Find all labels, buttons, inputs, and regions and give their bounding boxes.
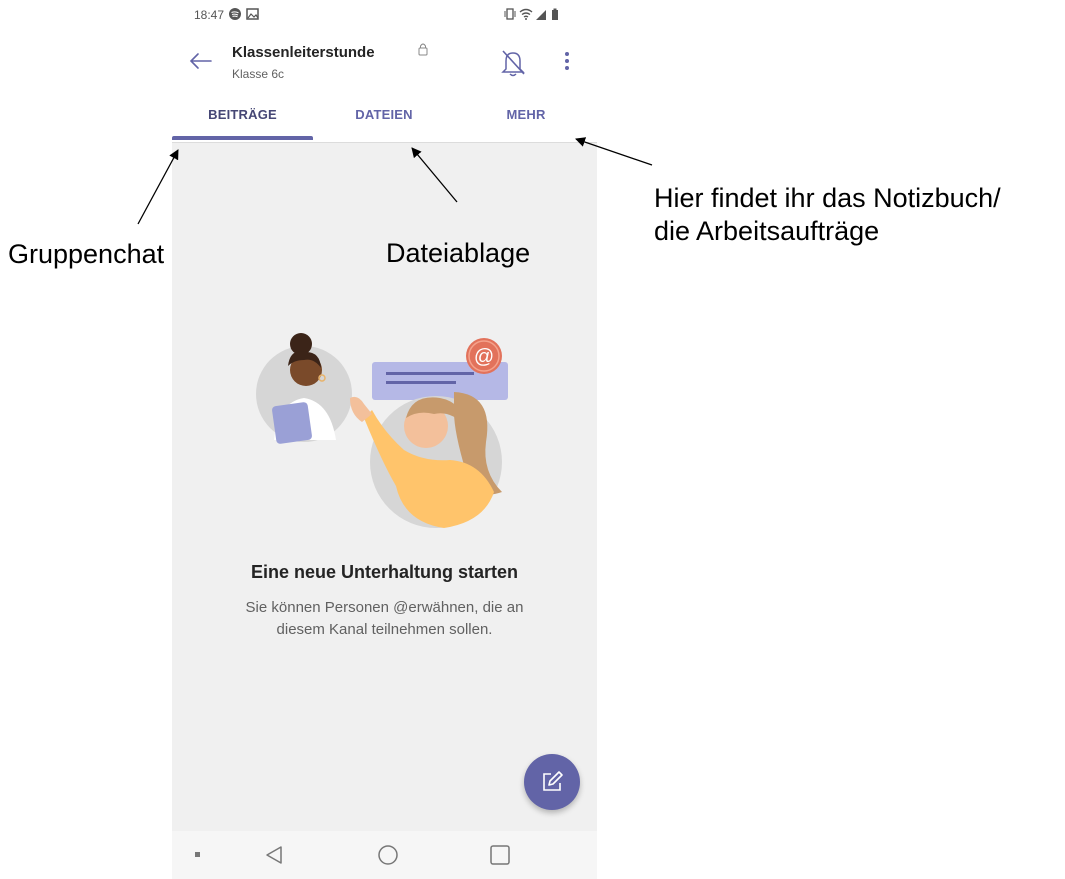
new-conversation-button[interactable]	[524, 754, 580, 810]
annotation-more: Hier findet ihr das Notizbuch/ die Arbei…	[654, 182, 1001, 248]
annotation-more-line2: die Arbeitsaufträge	[654, 216, 880, 246]
team-subtitle: Klasse 6c	[232, 67, 285, 81]
channel-header: Klassenleiterstunde Klasse 6c BEITRÄGE D…	[172, 34, 597, 143]
image-icon	[246, 8, 259, 20]
active-tab-indicator	[172, 136, 313, 140]
status-bar: 18:47	[172, 0, 597, 34]
dot-icon	[195, 852, 200, 857]
home-circle-icon[interactable]	[376, 843, 400, 867]
status-time: 18:47	[194, 8, 225, 22]
annotation-more-line1: Hier findet ihr das Notizbuch/	[654, 183, 1001, 213]
wifi-icon	[519, 8, 533, 20]
tab-label: DATEIEN	[355, 107, 413, 122]
arrow-left-icon	[189, 53, 212, 69]
tab-label: MEHR	[506, 107, 546, 122]
tab-dateien[interactable]: DATEIEN	[313, 107, 455, 140]
tab-label: BEITRÄGE	[208, 107, 277, 122]
bell-off-icon	[501, 50, 525, 77]
annotation-group-chat: Gruppenchat	[8, 239, 165, 269]
mute-notifications-button[interactable]	[499, 47, 527, 77]
signal-icon	[536, 10, 546, 20]
phone-screen: 18:47 Klassenleiterstunde Klasse 6c BEIT…	[172, 0, 597, 879]
spotify-icon	[229, 8, 241, 20]
channel-title: Klassenleiterstunde	[232, 44, 375, 61]
compose-icon	[543, 771, 563, 791]
empty-state-title: Eine neue Unterhaltung starten	[250, 562, 519, 582]
mention-badge-text: @	[474, 346, 494, 368]
recents-square-icon[interactable]	[488, 843, 512, 867]
lock-icon	[417, 42, 429, 61]
system-navigation-bar	[172, 831, 597, 879]
back-button[interactable]	[186, 46, 216, 76]
back-triangle-icon[interactable]	[262, 843, 286, 867]
vibrate-icon	[504, 8, 516, 20]
empty-state-description: Sie können Personen @erwähnen, die an di…	[245, 599, 524, 638]
mention-badge: @	[466, 338, 502, 374]
annotation-file-storage: Dateiablage	[386, 238, 531, 268]
more-vertical-icon	[565, 52, 569, 70]
battery-icon	[552, 8, 558, 20]
more-options-button[interactable]	[557, 48, 577, 74]
conversation-illustration: @	[256, 333, 508, 528]
tab-mehr[interactable]: MEHR	[455, 107, 597, 140]
